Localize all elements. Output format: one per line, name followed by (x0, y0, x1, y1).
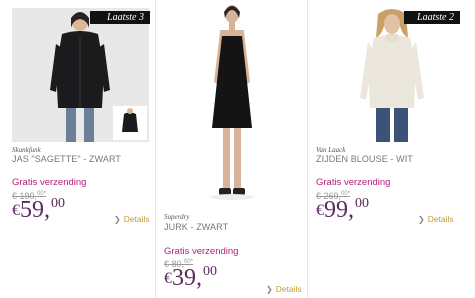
currency-symbol: € (12, 202, 20, 219)
dress-model-image (164, 0, 300, 205)
details-label: Details (427, 214, 454, 224)
price-euros: 59, (20, 197, 50, 223)
currency-symbol: € (316, 202, 324, 219)
price-euros: 99, (324, 197, 354, 223)
product-name[interactable]: JAS "SAGETTE" - ZWART (12, 154, 121, 164)
details-label: Details (123, 214, 150, 224)
price-cents: 00 (203, 264, 217, 279)
stock-badge: Laatste 2 (404, 11, 460, 24)
product-brand: Skunkfunk (12, 146, 41, 154)
product-card-jas-sagette[interactable]: Laatste 3 Skunkfunk JAS "SAGETTE" - ZWAR… (0, 0, 156, 298)
stock-badge: Laatste 3 (90, 11, 150, 24)
product-name[interactable]: JURK - ZWART (164, 222, 228, 232)
currency-symbol: € (164, 270, 172, 287)
sale-price: €39,00 (164, 264, 217, 292)
product-name[interactable]: ZIJDEN BLOUSE - WIT (316, 154, 413, 164)
product-card-zijden-blouse[interactable]: Laatste 2 Van Laack ZIJDEN BLOUSE - WIT … (308, 0, 475, 298)
details-link[interactable]: ❯ Details (114, 214, 150, 224)
product-card-jurk[interactable]: Superdry JURK - ZWART Gratis verzending … (156, 0, 308, 298)
details-link[interactable]: ❯ Details (266, 284, 302, 294)
chevron-right-icon: ❯ (266, 285, 273, 294)
product-image[interactable] (316, 8, 468, 142)
sale-price: €99,00 (316, 196, 369, 224)
blouse-model-image (316, 8, 468, 142)
product-image[interactable] (12, 8, 149, 142)
chevron-right-icon: ❯ (114, 215, 121, 224)
product-brand: Superdry (164, 213, 190, 221)
details-link[interactable]: ❯ Details (418, 214, 454, 224)
details-label: Details (275, 284, 302, 294)
free-shipping-label: Gratis verzending (164, 246, 239, 257)
coat-model-image (12, 8, 149, 142)
sale-price: €59,00 (12, 196, 65, 224)
price-cents: 00 (355, 196, 369, 211)
free-shipping-label: Gratis verzending (316, 177, 391, 188)
product-image[interactable] (164, 0, 300, 205)
price-cents: 00 (51, 196, 65, 211)
free-shipping-label: Gratis verzending (12, 177, 87, 188)
chevron-right-icon: ❯ (418, 215, 425, 224)
product-brand: Van Laack (316, 146, 346, 154)
price-euros: 39, (172, 265, 202, 291)
